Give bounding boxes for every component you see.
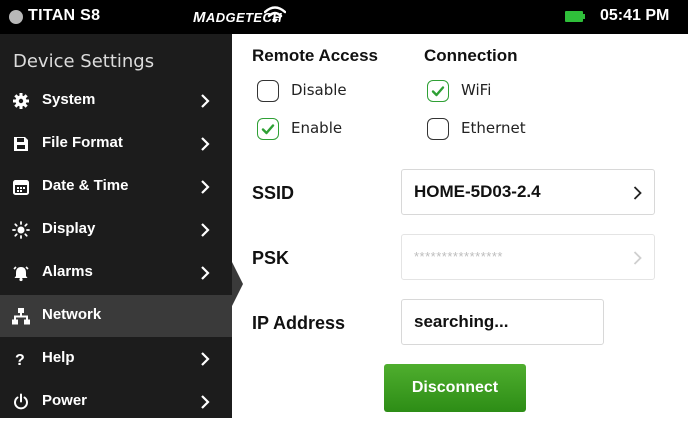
wifi-icon [263,5,287,29]
status-bar: TITAN S8 MADGETECH 05:41 PM [0,0,688,34]
sidebar-item-power[interactable]: Power [0,381,232,423]
option-label: Ethernet [461,119,526,137]
sidebar-item-date-time[interactable]: Date & Time [0,166,232,208]
sidebar-item-label: Date & Time [42,177,129,194]
checkmark-icon [431,86,445,97]
sidebar-item-label: File Format [42,134,123,151]
calendar-icon [12,178,30,196]
checkmark-icon [261,124,275,135]
sidebar-item-label: Power [42,392,88,409]
sidebar-item-label: Display [42,220,96,237]
brightness-icon [12,221,30,239]
sidebar-title: Device Settings [13,51,155,72]
ssid-value: HOME-5D03-2.4 [414,182,541,201]
chevron-right-icon [200,265,210,284]
ssid-label: SSID [252,183,295,203]
status-dot-icon [9,10,23,24]
option-label: Disable [291,81,347,99]
gear-icon [12,92,30,110]
chevron-right-icon [200,222,210,241]
chevron-right-icon [633,250,642,269]
sidebar-item-label: Alarms [42,263,93,280]
chevron-right-icon [200,351,210,370]
sidebar-item-label: System [42,91,96,108]
remote-access-heading: Remote Access [252,46,378,65]
disconnect-button[interactable]: Disconnect [384,364,526,412]
sidebar-item-alarms[interactable]: Alarms [0,252,232,294]
checkbox-unchecked [257,80,279,102]
ip-address-field: searching... [401,299,604,345]
chevron-right-icon [200,93,210,112]
clock-time: 05:41 PM [600,7,670,24]
ssid-field[interactable]: HOME-5D03-2.4 [401,169,655,215]
option-label: Enable [291,119,343,137]
checkbox-checked [427,80,449,102]
alarm-bell-icon [12,264,30,282]
checkbox-checked [257,118,279,140]
help-icon: ? [12,350,30,369]
sidebar-item-display[interactable]: Display [0,209,232,251]
psk-value: **************** [414,249,503,264]
connection-ethernet-checkbox[interactable]: Ethernet [427,118,547,144]
network-icon [12,307,30,325]
psk-field[interactable]: **************** [401,234,655,280]
ip-address-label: IP Address [252,313,346,333]
chevron-right-icon [633,185,642,204]
svg-text:?: ? [15,352,25,368]
sidebar-item-file-format[interactable]: File Format [0,123,232,165]
option-label: WiFi [461,81,492,99]
battery-icon [565,11,585,22]
sidebar-item-network[interactable]: Network [0,295,232,337]
active-item-pointer [232,262,243,306]
sidebar: Device Settings System File Format Date … [0,34,232,418]
sidebar-item-help[interactable]: ? Help [0,338,232,380]
chevron-right-icon [200,136,210,155]
ip-address-value: searching... [414,312,509,331]
save-icon [12,135,30,153]
connection-heading: Connection [424,46,518,65]
checkbox-unchecked [427,118,449,140]
device-name: TITAN S8 [28,7,101,24]
power-icon [12,393,30,411]
sidebar-item-label: Help [42,349,75,366]
chevron-right-icon [200,179,210,198]
connection-wifi-checkbox[interactable]: WiFi [427,80,537,106]
sidebar-item-label: Network [42,306,102,323]
remote-access-disable-checkbox[interactable]: Disable [257,80,367,106]
sidebar-item-system[interactable]: System [0,80,232,122]
psk-label: PSK [252,248,290,268]
remote-access-enable-checkbox[interactable]: Enable [257,118,367,144]
chevron-right-icon [200,394,210,413]
